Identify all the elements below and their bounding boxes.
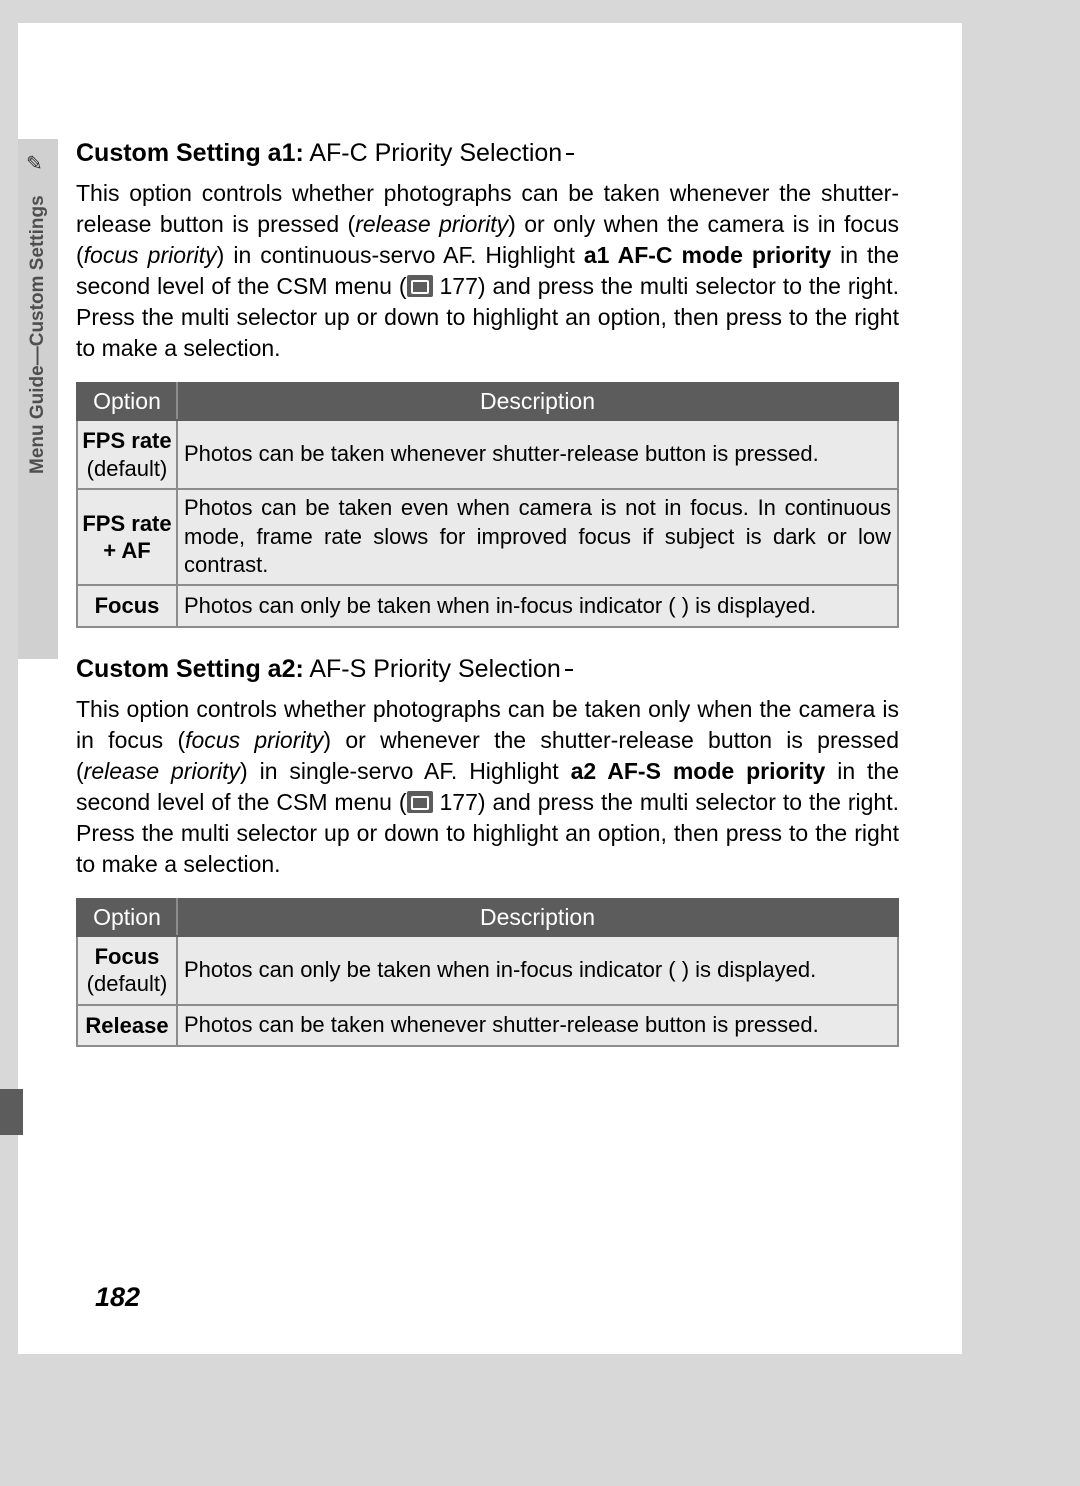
table-header-description: Description: [177, 899, 898, 936]
table-header-description: Description: [177, 383, 898, 420]
section-a2-paragraph: This option controls whether photographs…: [76, 694, 899, 880]
sidebar-tab: ✎ Menu Guide—Custom Settings: [18, 139, 58, 659]
table-row: FocusPhotos can only be taken when in-fo…: [77, 585, 898, 627]
table-row: ReleasePhotos can be taken whenever shut…: [77, 1005, 898, 1047]
title-rule-icon: [565, 669, 573, 671]
section-a2-title-rest: AF-S Priority Selection: [304, 655, 561, 683]
page-edge-tab: [0, 1089, 23, 1135]
section-a1-title-rest: AF-C Priority Selection: [304, 139, 562, 167]
option-cell: Focus: [77, 585, 177, 627]
option-cell: Release: [77, 1005, 177, 1047]
section-a2-table: Option Description Focus(default)Photos …: [76, 898, 899, 1048]
section-a2-title-bold: Custom Setting a2:: [76, 655, 304, 683]
page-number: 182: [95, 1282, 140, 1313]
section-a1-paragraph: This option controls whether photographs…: [76, 178, 899, 364]
description-cell: Photos can be taken whenever shutter-rel…: [177, 420, 898, 489]
table-header-option: Option: [77, 383, 177, 420]
section-a2-title: Custom Setting a2: AF-S Priority Selecti…: [76, 654, 899, 684]
title-rule-icon: [566, 153, 574, 155]
page-ref-icon: [407, 791, 433, 813]
section-a1-title: Custom Setting a1: AF-C Priority Selecti…: [76, 138, 899, 168]
option-cell: FPS rate(default): [77, 420, 177, 489]
section-a2-table-body: Focus(default)Photos can only be taken w…: [77, 936, 898, 1047]
description-cell: Photos can only be taken when in-focus i…: [177, 936, 898, 1005]
description-cell: Photos can be taken even when camera is …: [177, 489, 898, 585]
page-content: Custom Setting a1: AF-C Priority Selecti…: [76, 138, 899, 1047]
section-a1-title-bold: Custom Setting a1:: [76, 139, 304, 167]
table-row: FPS rate(default)Photos can be taken whe…: [77, 420, 898, 489]
option-cell: Focus(default): [77, 936, 177, 1005]
sidebar-label: Menu Guide—Custom Settings: [18, 189, 58, 649]
table-row: FPS rate + AFPhotos can be taken even wh…: [77, 489, 898, 585]
table-row: Focus(default)Photos can only be taken w…: [77, 936, 898, 1005]
pencil-icon: ✎: [26, 151, 43, 176]
manual-page: ✎ Menu Guide—Custom Settings Custom Sett…: [18, 23, 962, 1354]
section-a1-table: Option Description FPS rate(default)Phot…: [76, 382, 899, 627]
section-a1-table-body: FPS rate(default)Photos can be taken whe…: [77, 420, 898, 626]
page-ref-icon: [407, 275, 433, 297]
description-cell: Photos can only be taken when in-focus i…: [177, 585, 898, 627]
option-cell: FPS rate + AF: [77, 489, 177, 585]
table-header-option: Option: [77, 899, 177, 936]
description-cell: Photos can be taken whenever shutter-rel…: [177, 1005, 898, 1047]
